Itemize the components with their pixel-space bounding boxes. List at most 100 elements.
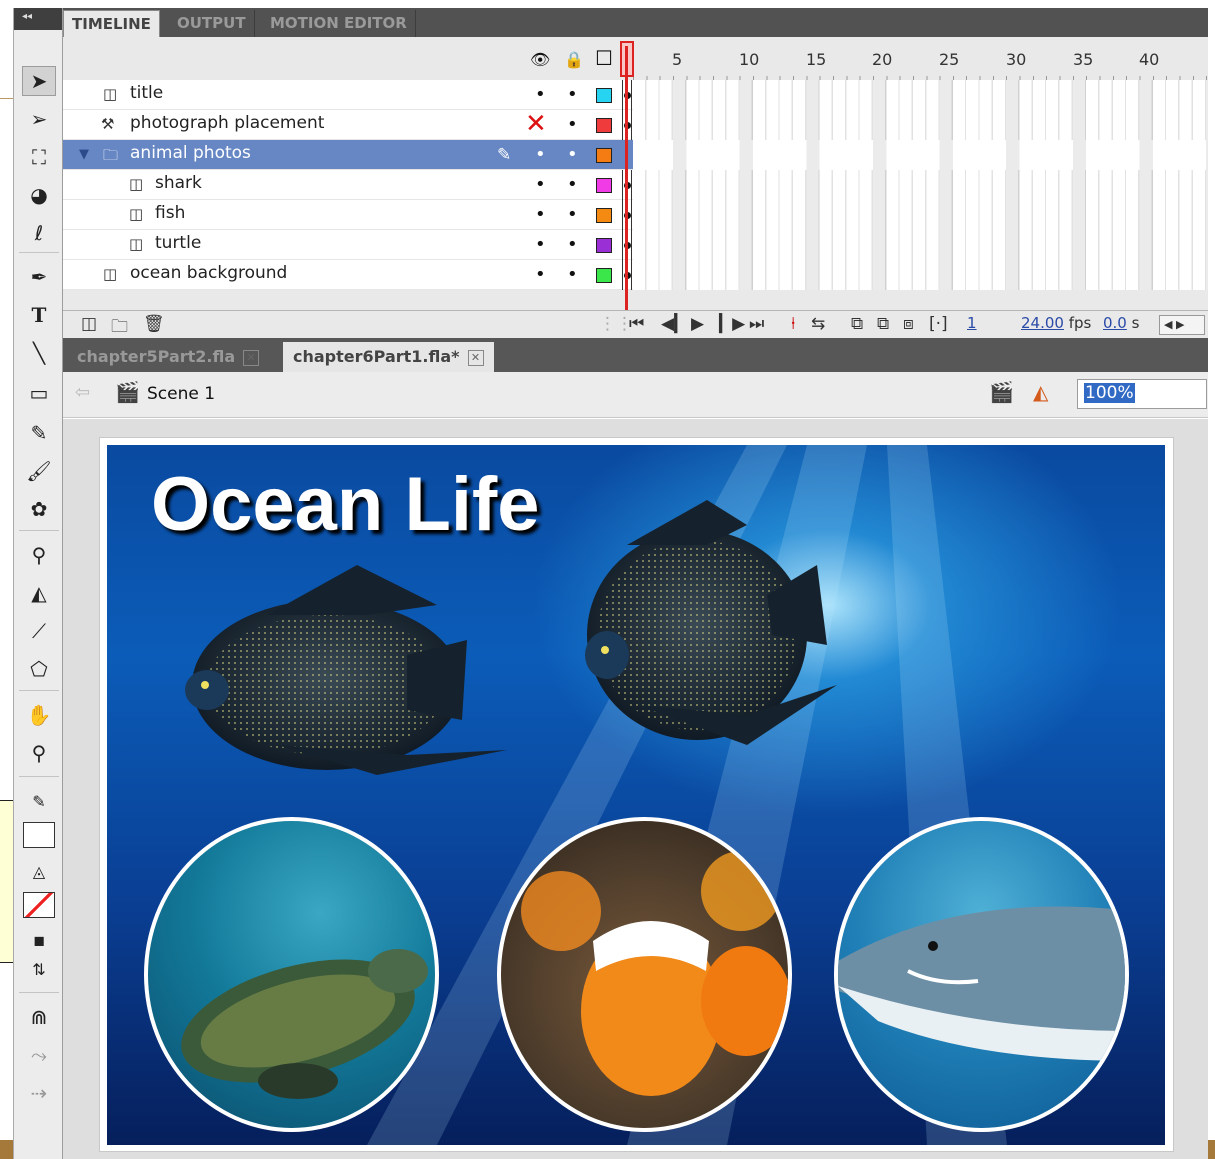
text-icon[interactable]: T [22, 300, 56, 330]
tab-chapter5part2[interactable]: chapter5Part2.fla ✕ [67, 342, 269, 372]
stroke-swatch[interactable] [22, 820, 56, 850]
visibility-toggle[interactable]: • [535, 264, 546, 285]
ocean-life-title[interactable]: Ocean Life [151, 461, 540, 548]
eraser-icon[interactable]: ⬠ [22, 654, 56, 684]
clownfish-photo[interactable] [497, 817, 792, 1132]
go-to-first-frame-icon[interactable]: ⏮ [629, 314, 644, 334]
go-to-last-frame-icon[interactable]: ⏭ [749, 314, 764, 334]
zoom-value[interactable]: 100% [1084, 383, 1135, 403]
outline-color-swatch[interactable] [596, 238, 612, 253]
modify-onion-markers-icon[interactable]: [·] [929, 314, 948, 334]
visibility-toggle[interactable]: • [535, 174, 546, 195]
outline-color-swatch[interactable] [596, 148, 612, 163]
frame-cells[interactable] [633, 200, 1208, 230]
frame-cells[interactable] [633, 260, 1208, 290]
back-arrow-icon[interactable]: ⇦ [75, 382, 90, 403]
shark-photo[interactable] [834, 817, 1129, 1132]
close-icon[interactable]: ✕ [467, 349, 484, 366]
step-forward-icon[interactable]: ▎▶ [719, 314, 745, 334]
edit-symbols-icon[interactable]: ◭ [1033, 380, 1048, 404]
collapse-panel-icon[interactable]: ◂◂ [14, 8, 62, 30]
frame-cells[interactable] [633, 110, 1208, 140]
playhead[interactable] [625, 46, 628, 313]
lock-toggle[interactable]: • [567, 264, 578, 285]
scene-breadcrumb[interactable]: Scene 1 [147, 384, 215, 404]
tab-motion-editor[interactable]: MOTION EDITOR [262, 10, 416, 37]
stroke-color-icon[interactable]: ✎ [22, 786, 56, 816]
outline-color-swatch[interactable] [596, 88, 612, 103]
outline-color-swatch[interactable] [596, 268, 612, 283]
zoom-icon[interactable]: ⚲ [22, 738, 56, 768]
edit-multiple-frames-icon[interactable]: ⧈ [903, 314, 914, 334]
lock-toggle[interactable]: • [567, 144, 578, 165]
paint-bucket-icon[interactable]: ◭ [22, 578, 56, 608]
lock-toggle[interactable]: • [567, 234, 578, 255]
default-colors-icon[interactable]: ◼ [22, 926, 56, 956]
brush-icon[interactable]: 🖌 [22, 456, 56, 486]
lock-all-icon[interactable]: 🔒 [564, 50, 584, 69]
zoom-input[interactable]: 100% [1077, 379, 1207, 409]
step-back-icon[interactable]: ◀▎ [661, 314, 687, 334]
horizontal-scrollbar[interactable]: ◀ ▶ [1159, 315, 1205, 335]
visibility-toggle[interactable]: • [535, 144, 546, 165]
free-transform-icon[interactable]: ⛶ [22, 142, 56, 172]
line-icon[interactable]: ╲ [22, 338, 56, 368]
layer-name[interactable]: shark [155, 173, 202, 193]
hand-icon[interactable]: ✋ [22, 700, 56, 730]
lock-toggle[interactable]: • [567, 204, 578, 225]
layer-row-animal-photos[interactable]: ▼ 🗀 animal photos ✎ • • [63, 140, 1208, 170]
close-icon[interactable]: ✕ [243, 349, 260, 366]
eyedropper-icon[interactable]: ⟋ [22, 616, 56, 646]
deco-icon[interactable]: ✿ [22, 494, 56, 524]
stage[interactable]: Ocean Life [99, 437, 1174, 1152]
snap-magnet-icon[interactable]: ⋒ [22, 1002, 56, 1032]
fill-swatch[interactable] [22, 890, 56, 920]
tab-timeline[interactable]: TIMELINE [63, 10, 160, 37]
center-frame-icon[interactable]: ⍿ [791, 314, 795, 334]
3d-rotation-icon[interactable]: ◕ [22, 180, 56, 210]
show-hide-all-icon[interactable]: 👁 [530, 50, 550, 69]
visibility-toggle[interactable]: • [535, 204, 546, 225]
layer-row-photograph-placement[interactable]: ⚒ photograph placement ✕ • [63, 109, 1208, 140]
tab-chapter6part1[interactable]: chapter6Part1.fla* ✕ [283, 342, 494, 372]
play-icon[interactable]: ▶ [691, 314, 704, 334]
elapsed-value[interactable]: 0.0 [1103, 314, 1127, 332]
elapsed-time[interactable]: 0.0 s [1103, 314, 1139, 332]
frame-cells[interactable] [633, 230, 1208, 260]
ocean-scene[interactable]: Ocean Life [107, 445, 1165, 1145]
layer-row-shark[interactable]: ◫ shark • • [63, 170, 1208, 200]
rectangle-icon[interactable]: ▭ [22, 378, 56, 408]
frame-cells[interactable] [633, 80, 1208, 110]
loop-icon[interactable]: ⇆ [811, 314, 825, 334]
pen-icon[interactable]: ✒ [22, 262, 56, 292]
visibility-toggle[interactable]: • [535, 234, 546, 255]
layer-name[interactable]: turtle [155, 233, 201, 253]
current-frame[interactable]: 1 [967, 314, 977, 332]
layer-name[interactable]: animal photos [130, 143, 251, 163]
onion-skin-outlines-icon[interactable]: ⧉ [877, 314, 889, 334]
layer-name[interactable]: title [130, 83, 163, 103]
edit-scene-icon[interactable]: 🎬 [989, 380, 1014, 404]
tab-output[interactable]: OUTPUT [169, 10, 255, 37]
layer-row-turtle[interactable]: ◫ turtle • • [63, 230, 1208, 260]
lock-toggle[interactable]: • [567, 114, 578, 135]
turtle-photo[interactable] [144, 817, 439, 1132]
layer-name[interactable]: photograph placement [130, 113, 324, 133]
frame-cells[interactable] [633, 170, 1208, 200]
new-layer-icon[interactable]: ◫ [81, 314, 97, 334]
lock-toggle[interactable]: • [567, 174, 578, 195]
subselection-icon[interactable]: ➢ [22, 104, 56, 134]
outline-color-swatch[interactable] [596, 118, 612, 133]
outline-color-swatch[interactable] [596, 208, 612, 223]
pencil-icon[interactable]: ✎ [22, 418, 56, 448]
lock-toggle[interactable]: • [567, 84, 578, 105]
bone-icon[interactable]: ⚲ [22, 540, 56, 570]
outline-color-swatch[interactable] [596, 178, 612, 193]
swap-colors-icon[interactable]: ⇅ [22, 954, 56, 984]
layer-row-ocean-background[interactable]: ◫ ocean background • • [63, 260, 1208, 290]
visibility-toggle[interactable]: • [535, 84, 546, 105]
onion-skin-icon[interactable]: ⧉ [851, 314, 863, 334]
lasso-icon[interactable]: ℓ [22, 218, 56, 248]
resize-grip[interactable]: ⋮⋮ [599, 314, 633, 334]
layer-name[interactable]: ocean background [130, 263, 287, 283]
